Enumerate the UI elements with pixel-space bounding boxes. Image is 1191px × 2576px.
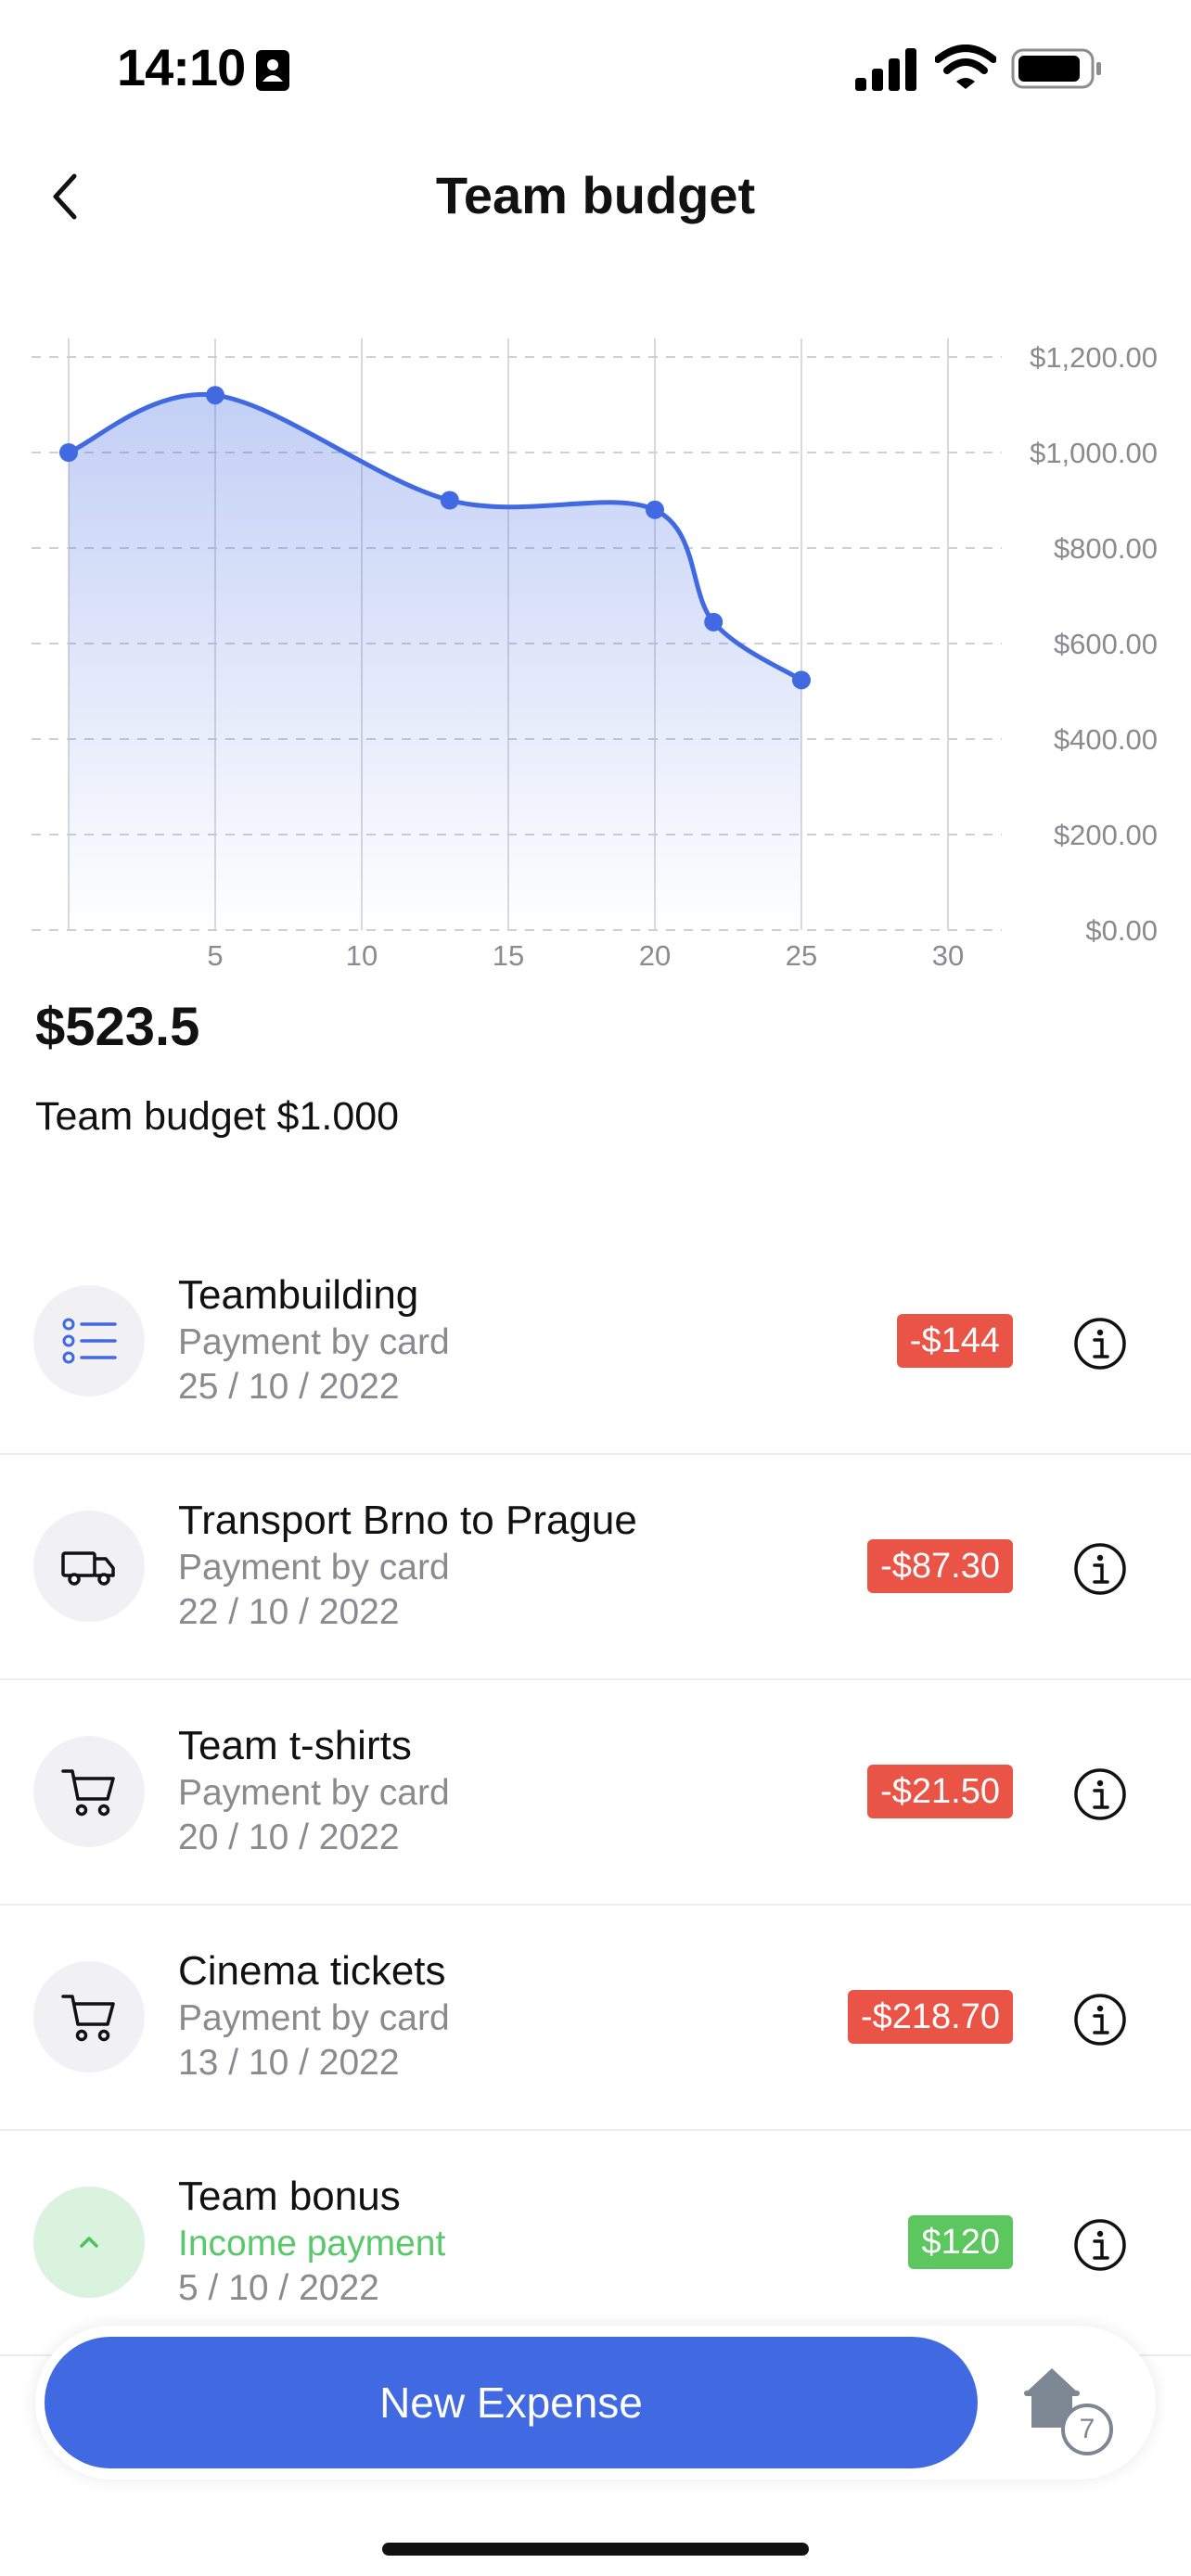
y-tick-label: $600.00: [1054, 628, 1158, 660]
transaction-amount-badge: $120: [908, 2215, 1013, 2269]
info-icon[interactable]: [1073, 1767, 1127, 1821]
transaction-row[interactable]: Teambuilding Payment by card 25 / 10 / 2…: [0, 1230, 1191, 1455]
transaction-list: Teambuilding Payment by card 25 / 10 / 2…: [0, 1230, 1191, 2356]
x-tick-label: 25: [786, 939, 817, 972]
page-title: Team budget: [435, 166, 756, 224]
info-icon[interactable]: [1073, 1993, 1127, 2047]
chart-area: [69, 394, 801, 930]
transaction-row[interactable]: Team t-shirts Payment by card 20 / 10 / …: [0, 1680, 1191, 1906]
y-tick-label: $1,000.00: [1030, 437, 1158, 469]
transaction-amount-badge: -$87.30: [867, 1539, 1013, 1593]
chevron-up-icon: [33, 2187, 145, 2298]
home-badge: 7: [1061, 2404, 1113, 2455]
transaction-title: Cinema tickets: [178, 1948, 446, 1994]
current-balance: $523.5: [35, 997, 200, 1057]
team-budget-label: Team budget $1.000: [35, 1094, 400, 1139]
transaction-date: 22 / 10 / 2022: [178, 1592, 400, 1632]
cart-icon: [33, 1961, 145, 2072]
chart-point: [59, 443, 78, 462]
x-tick-label: 20: [639, 939, 671, 972]
transaction-title: Teambuilding: [178, 1272, 419, 1318]
transaction-method: Payment by card: [178, 1548, 450, 1588]
y-tick-label: $200.00: [1054, 819, 1158, 851]
x-tick-label: 10: [346, 939, 378, 972]
x-tick-label: 30: [932, 939, 964, 972]
person-badge-icon: [256, 50, 289, 91]
chart-point: [206, 386, 224, 405]
transaction-method: Payment by card: [178, 1998, 450, 2038]
y-tick-label: $800.00: [1054, 532, 1158, 565]
info-icon[interactable]: [1073, 1317, 1127, 1371]
chart-point: [646, 500, 664, 519]
status-bar: 14:10: [0, 0, 1191, 139]
x-tick-label: 15: [493, 939, 524, 972]
list-icon: [33, 1285, 145, 1396]
home-indicator: [382, 2543, 809, 2556]
x-tick-label: 5: [207, 939, 223, 972]
transaction-amount-badge: -$144: [896, 1314, 1013, 1368]
transaction-date: 25 / 10 / 2022: [178, 1367, 400, 1407]
transaction-title: Transport Brno to Prague: [178, 1498, 637, 1543]
transaction-row[interactable]: Cinema tickets Payment by card 13 / 10 /…: [0, 1906, 1191, 2131]
new-expense-button[interactable]: New Expense: [45, 2337, 978, 2468]
chart-point: [792, 670, 811, 690]
cellular-signal-icon: [855, 48, 916, 91]
chart-point: [440, 491, 459, 510]
transaction-amount-badge: -$218.70: [847, 1990, 1013, 2044]
transaction-amount-badge: -$21.50: [867, 1765, 1013, 1818]
bottom-action-bar: New Expense 7: [35, 2326, 1156, 2480]
cart-icon: [33, 1736, 145, 1847]
transaction-date: 20 / 10 / 2022: [178, 1817, 400, 1857]
transaction-method: Payment by card: [178, 1322, 450, 1362]
y-tick-label: $0.00: [1085, 914, 1158, 947]
transaction-date: 13 / 10 / 2022: [178, 2043, 400, 2083]
budget-chart: 5 10 15 20 25 30 $1,200.00 $1,000.00 $800.00 $600…: [32, 338, 1158, 972]
status-time: 14:10: [117, 38, 246, 96]
transaction-method: Payment by card: [178, 1773, 450, 1813]
battery-icon: [1011, 48, 1101, 89]
transaction-row[interactable]: Team bonus Income payment 5 / 10 / 2022 …: [0, 2131, 1191, 2356]
transaction-method: Income payment: [178, 2224, 446, 2264]
y-tick-label: $1,200.00: [1030, 341, 1158, 374]
wifi-icon: [935, 45, 996, 89]
transaction-title: Team bonus: [178, 2174, 401, 2219]
transaction-row[interactable]: Transport Brno to Prague Payment by card…: [0, 1455, 1191, 1680]
info-icon[interactable]: [1073, 1542, 1127, 1596]
info-icon[interactable]: [1073, 2218, 1127, 2272]
transaction-date: 5 / 10 / 2022: [178, 2268, 379, 2308]
transaction-title: Team t-shirts: [178, 1723, 412, 1768]
truck-icon: [33, 1511, 145, 1622]
chart-point: [704, 612, 724, 631]
y-tick-label: $400.00: [1054, 723, 1158, 756]
